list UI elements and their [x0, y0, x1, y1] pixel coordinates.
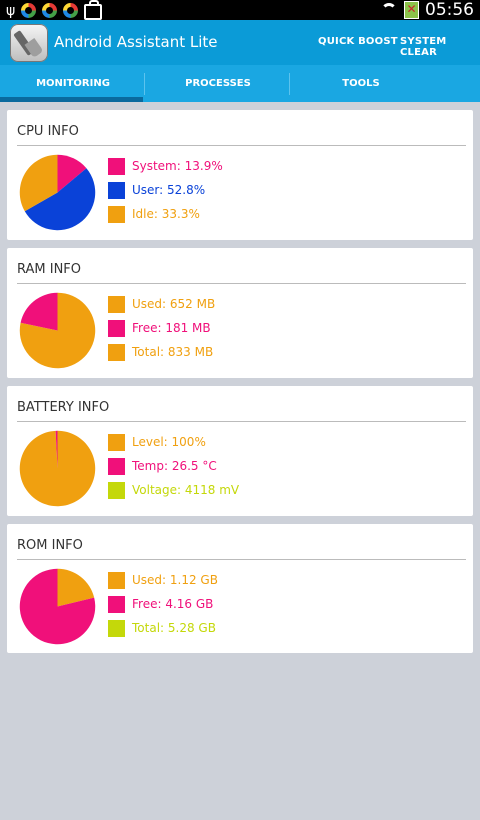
notification-icons: ψ	[6, 0, 103, 20]
pie-chart	[19, 292, 96, 369]
legend-swatch	[108, 434, 125, 451]
card-divider	[17, 559, 466, 560]
card-title: BATTERY INFO	[17, 400, 110, 415]
card-divider	[17, 421, 466, 422]
legend-label: Temp: 26.5 °C	[132, 459, 217, 473]
pie-chart	[19, 568, 96, 645]
legend-label: Total: 5.28 GB	[132, 621, 216, 635]
pie-chart	[19, 154, 96, 231]
legend-swatch	[108, 320, 125, 337]
legend-swatch	[108, 596, 125, 613]
card-title: ROM INFO	[17, 538, 83, 553]
usb-icon: ψ	[6, 2, 16, 19]
legend-swatch	[108, 296, 125, 313]
wifi-icon	[380, 3, 398, 17]
legend-label: System: 13.9%	[132, 159, 223, 173]
app-notification-icon	[42, 3, 58, 18]
legend-label: Idle: 33.3%	[132, 207, 200, 221]
legend-label: Used: 1.12 GB	[132, 573, 218, 587]
action-bar: Android Assistant Lite QUICK BOOST SYSTE…	[0, 20, 480, 65]
ram-info-card: RAM INFO Used: 652 MB Free: 181 MB Total: 8…	[7, 248, 473, 378]
legend-label: Used: 652 MB	[132, 297, 216, 311]
legend-label: Free: 4.16 GB	[132, 597, 214, 611]
status-bar: ψ ✕ 05:56	[0, 0, 480, 20]
legend-swatch	[108, 206, 125, 223]
shopping-bag-icon	[84, 0, 103, 20]
legend-swatch	[108, 620, 125, 637]
pie-chart	[19, 430, 96, 507]
card-title: CPU INFO	[17, 124, 79, 139]
legend-label: Voltage: 4118 mV	[132, 483, 240, 497]
legend-swatch	[108, 182, 125, 199]
legend-swatch	[108, 572, 125, 589]
clock: 05:56	[425, 0, 474, 20]
card-divider	[17, 145, 466, 146]
active-tab-indicator	[0, 97, 143, 102]
legend-label: Level: 100%	[132, 435, 206, 449]
legend-swatch	[108, 482, 125, 499]
legend-label: Free: 181 MB	[132, 321, 211, 335]
legend-label: User: 52.8%	[132, 183, 206, 197]
card-divider	[17, 283, 466, 284]
app-title: Android Assistant Lite	[54, 33, 218, 51]
rom-info-card: ROM INFO Used: 1.12 GB Free: 4.16 GB Total:…	[7, 524, 473, 653]
broom-app-icon[interactable]	[10, 24, 48, 62]
app-notification-icon	[21, 3, 37, 18]
cpu-info-card: CPU INFO System: 13.9% User: 52.8% Idle: 33…	[7, 110, 473, 240]
tab-tools[interactable]: TOOLS	[290, 65, 432, 102]
legend-swatch	[108, 158, 125, 175]
legend-swatch	[108, 344, 125, 361]
tab-processes[interactable]: PROCESSES	[145, 65, 291, 102]
quick-boost-button[interactable]: QUICK BOOST	[318, 36, 398, 47]
battery-info-card: BATTERY INFO Level: 100% Temp: 26.5 °C Volt…	[7, 386, 473, 516]
legend-label: Total: 833 MB	[132, 345, 214, 359]
app-notification-icon	[63, 3, 79, 18]
legend-swatch	[108, 458, 125, 475]
battery-icon: ✕	[404, 1, 419, 19]
card-title: RAM INFO	[17, 262, 82, 277]
system-clear-button[interactable]: SYSTEM CLEAR	[400, 36, 480, 58]
